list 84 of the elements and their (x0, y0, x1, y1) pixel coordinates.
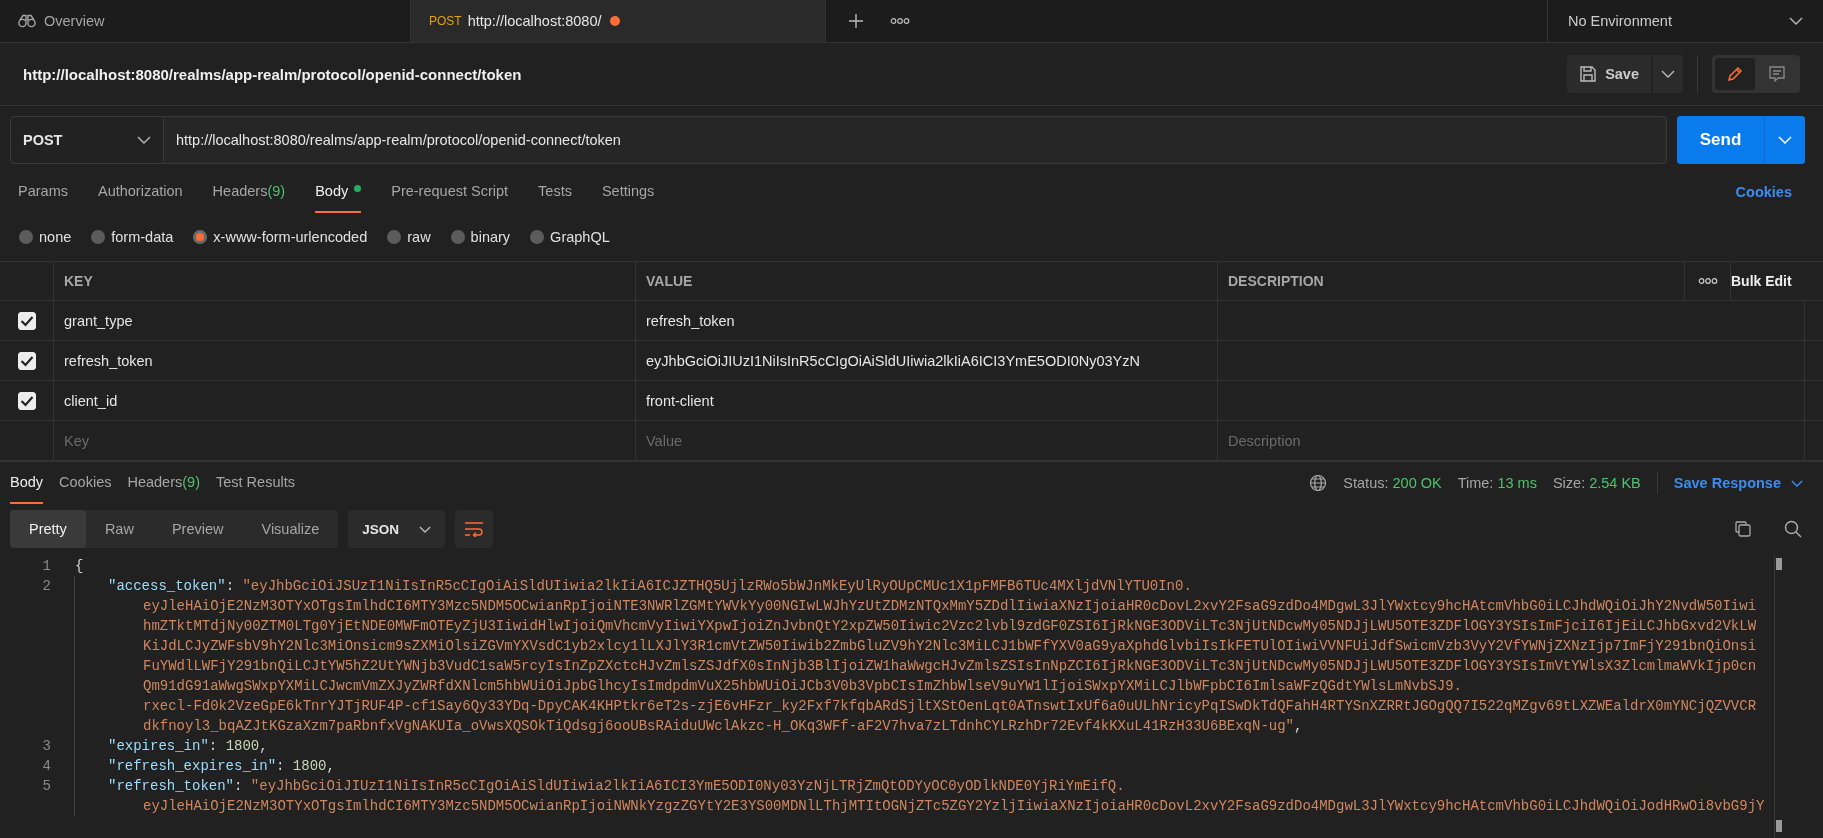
code-line: eyJleHAiOjE2NzM3OTYxOTgsImlhdCI6MTY3Mzc5NDM5OCwianRpIjoiNTE3NWRlZGMtYWVkYy00NGIwLWJhYzUtZDMzNTQxMmY5ZDdlIiwiaXNzIjoiaHR0cDovL2xvY2FsaG9zdDo4MDgwL3JlYWxtcy9hcHAtcmVhbG0iLCJhdWQiOiJhY2NvdW50Iiwi (74, 596, 1757, 616)
plus-icon (848, 13, 864, 29)
response-tab[interactable]: Headers(9) (127, 462, 200, 504)
column-header: VALUE (636, 262, 1218, 300)
format-dropdown[interactable]: JSON (348, 510, 445, 548)
request-tab[interactable]: Tests (538, 171, 572, 213)
value-field[interactable]: Value (646, 432, 1207, 449)
code-line: dkfnoyl3_bqAZJtKGzaXzm7paRbnfxVgNAKUIa_oVwsXQSOkTiQdsgj6ooUBsRAiduUWclAkzc-H_OKq3WFf-aF2V7hva7zLTdnhCYLRzhDr72Evf4kKXuL41RzH33U6BExqN-ug", (74, 716, 1303, 736)
response-tab[interactable]: Cookies (59, 462, 112, 504)
request-tab[interactable]: Pre-request Script (391, 171, 509, 213)
value-cell: front-client (646, 392, 714, 409)
line-number: 5 (42, 778, 51, 794)
column-header: KEY (54, 262, 636, 300)
body-type-radio[interactable]: binary (450, 229, 511, 245)
pencil-icon (1726, 65, 1744, 83)
edit-button[interactable] (1715, 58, 1755, 90)
bulk-edit-button[interactable]: Bulk Edit (1731, 273, 1792, 289)
row-checkbox[interactable] (17, 311, 36, 330)
save-response-button[interactable]: Save Response (1673, 462, 1813, 504)
key-cell: grant_type (64, 312, 133, 329)
save-button[interactable]: Save (1567, 55, 1651, 93)
body-type-radio[interactable]: GraphQL (530, 229, 610, 245)
view-mode-tab[interactable]: Preview (152, 510, 243, 548)
body-type-radio[interactable]: x-www-form-urlencoded (193, 229, 368, 245)
request-tab[interactable]: Settings (601, 171, 655, 213)
chevron-down-icon (137, 136, 151, 144)
request-tab[interactable]: Body (315, 171, 362, 213)
code-line: hmZTktMTdjNy00ZTM0LTg0YjEtNDE0MWFmOTEyZjU3IiwidHlwIjoiQmVhcmVyIiwiYXpwIjoiZnJvbnQtY2xpZW50Iiwic2Vzc2lvbl9zdGF0ZSI6IjRkNGE3ODViLTc3NjUtNDcwMy05NDJjLWU5OTE3ZDFlOGY3YSIsImFjciI6IjEiLCJhbGxvd2VkLW (74, 616, 1757, 636)
value-cell: refresh_token (646, 312, 735, 329)
view-mode-tab[interactable]: Visualize (242, 510, 339, 548)
code-line: "expires_in": 1800, (74, 736, 268, 756)
description-field[interactable]: Description (1228, 432, 1794, 449)
chevron-down-icon (419, 525, 431, 533)
status-text: Status: 200 OK (1343, 475, 1442, 491)
code-line: FuYWdlLWFjY291bnQiLCJtYW5hZ2UtYWNjb3VudC1saW5rcyIsInZpZXctcHJvZmlsZSJdfX0sInNjb3BlIjoiZW1haWwgcHJvZmlsZSIsInNpZCI6IjRkNGE3ODViLTc3NjUtNDcwMy05NDJjLWU5OTE3ZDFlOGY3YSIsImVtYWlsX3ZlcmlmaWVkIjp0cn (74, 656, 1757, 676)
code-line: KiJdLCJyZWFsbV9hY2Nlc3MiOnsicm9sZXMiOlsiZGVmYXVsdC1yb2xlcy1lLXJlY3R1cmVtZW50Iiwib2ZmbGluZV9hY2Nlc3MiLCJ1bWFfYXV0aG9yaXphdGlvbiIsIkFETUlOIiwiVVNFUiJdfSwicmVzb3VyY2VfYWNjZXNzIjp7ImFjY291bnQiOnsi (74, 636, 1757, 656)
save-options-button[interactable] (1653, 55, 1683, 93)
wrap-lines-button[interactable] (455, 510, 493, 548)
request-tab[interactable]: Authorization (97, 171, 183, 213)
size-text: Size: 2.54 KB (1552, 475, 1641, 491)
cookies-link[interactable]: Cookies (1735, 171, 1805, 213)
code-line: rxecl-Fd0k2VzeGpE6kTnrYJTjRUF4P-cf1Say6Qy33YDq-DpyCAK4KHPtkr6eT2s-zjE6vHFzr_ky2Fxf7kfqbARdSjltXStOenLqt0ATnswtIxUf6a0uULhNricyPqISwDkTdQFahH4RTYSnXZRRtJGOgQQ7I522qMZgv69tLXZWEaldrX0mYNCjQZVVCR (74, 696, 1757, 716)
code-line: eyJleHAiOjE2NzM3OTYxOTgsImlhdCI6MTY3Mzc5NDM5OCwianRpIjoiNWNkYzgzZGYtY2E3YS00MDNlLThjMTItOGNjZTc5ZGY2YzljIiwiaXNzIjoiaHR0cDovL2xvY2FsaG9zdDo4MDgwL3JlYWxtcy9hcHAtcmVhbG0iLCJhdWQiOiJodHRwOi8vbG9jY (74, 796, 1764, 816)
chevron-down-icon (1661, 70, 1675, 78)
body-type-radio[interactable]: form-data (91, 229, 174, 245)
request-tab[interactable]: Headers(9) (212, 171, 286, 213)
response-tab[interactable]: Test Results (216, 462, 295, 504)
line-number: 3 (42, 738, 51, 754)
code-line: Qm91dG91aWwgSWxpYXMiLCJwcmVmZXJyZWRfdXNlcm5hbWUiOiJpbGlhcyIsImdpdmVuX25hbWUiOiJCb3V0b3VpbCIsImZhbWlseV9uYW1lIjoiSWxpYXMiLCJlbWFpbCI6ImlsaWFzQGdtYWlsLmNvbSJ9. (74, 676, 1462, 696)
send-button[interactable]: Send (1677, 116, 1765, 164)
comment-icon (1768, 65, 1786, 83)
view-mode-tab[interactable]: Pretty (10, 510, 86, 548)
request-title: http://localhost:8080/realms/app-realm/protocol/openid-connect/token (23, 65, 522, 83)
request-tab[interactable]: POST http://localhost:8080/ (411, 0, 826, 42)
row-checkbox[interactable] (17, 391, 36, 410)
code-line: "access_token": "eyJhbGciOiJSUzI1NiIsInR5cCIgOiAiSldUIiwia2lkIiA6ICJZTHQ5UjlzRWo5bWJnMkEyUlRyOUpCMUc1X1pFMFB6TUc4MXljdVNlYTU0In0. (74, 576, 1192, 596)
column-header: DESCRIPTION (1218, 262, 1685, 300)
value-cell: eyJhbGciOiJIUzI1NiIsInR5cCIgOiAiSldUIiwia2lkIiA6ICI3YmE5ODI0Ny03YzN (646, 352, 1140, 369)
row-checkbox[interactable] (17, 351, 36, 370)
body-type-radio[interactable]: none (19, 229, 72, 245)
body-type-radio[interactable]: raw (387, 229, 431, 245)
line-number: 1 (42, 558, 51, 574)
code-line: "refresh_expires_in": 1800, (74, 756, 335, 776)
request-tab[interactable]: Params (18, 171, 68, 213)
code-line: { (74, 557, 84, 576)
line-number: 2 (42, 578, 51, 594)
wrap-lines-icon (464, 521, 484, 537)
chevron-down-icon (1778, 136, 1792, 144)
chevron-down-icon (1789, 17, 1803, 25)
time-text: Time: 13 ms (1457, 475, 1537, 491)
binoculars-icon (18, 14, 36, 28)
view-mode-tab[interactable]: Raw (85, 510, 153, 548)
environment-dropdown[interactable]: No Environment (1547, 0, 1823, 42)
code-line: "refresh_token": "eyJhbGciOiJIUzI1NiIsInR5cCIgOiAiSldUIiwia2lkIiA6ICI3YmE5ODI0Ny03YzNjLTRjZmQtODYyOC0yODlkNDE0YjRiYmEifQ. (74, 776, 1125, 796)
more-icon[interactable] (1697, 277, 1718, 285)
key-cell: client_id (64, 392, 118, 409)
line-number: 4 (42, 758, 51, 774)
key-cell: refresh_token (64, 352, 153, 369)
chevron-down-icon (1791, 479, 1803, 487)
key-field[interactable]: Key (64, 432, 625, 449)
url-field[interactable]: http://localhost:8080/realms/app-realm/protocol/openid-connect/token (164, 116, 1667, 164)
method-dropdown[interactable]: POST (10, 116, 164, 164)
globe-icon[interactable] (1309, 474, 1328, 492)
response-tab[interactable]: Body (10, 462, 44, 504)
